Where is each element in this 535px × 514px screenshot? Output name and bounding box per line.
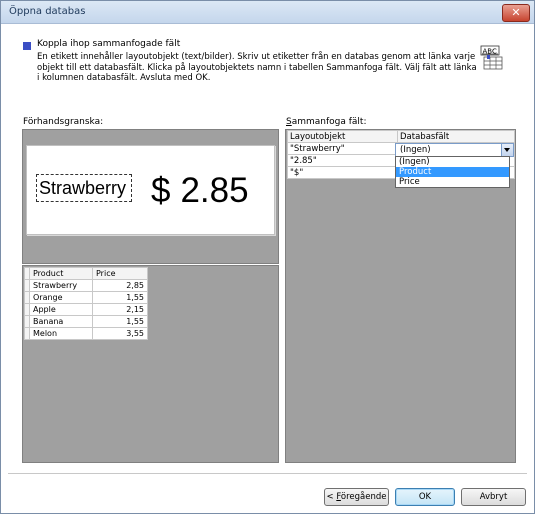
merge-label-rest: ammanfoga fält: [291,117,367,127]
preview-label: Förhandsgranska: [23,117,104,127]
cell-price: 3,55 [92,327,148,340]
dropdown-option-price[interactable]: Price [396,177,509,187]
open-database-dialog: Öppna databas ✕ Koppla ihop sammanfogade… [0,0,535,514]
column-header-database-field[interactable]: Databasfält [397,130,515,143]
layout-object-cell[interactable]: "2.85" [287,154,398,167]
title-bar: Öppna databas ✕ [1,1,534,24]
section-title: Koppla ihop sammanfogade fält [37,39,181,49]
table-row[interactable]: Melon 3,55 [24,327,148,340]
previous-button[interactable]: < Föregående [324,488,389,506]
preview-price-object[interactable]: $2.85 [151,172,249,210]
window-title: Öppna databas [9,6,86,17]
column-header-product[interactable]: Product [29,267,93,280]
database-panel: Product Price Strawberry 2,85 Orange 1,55 … [22,265,279,463]
table-row[interactable]: Orange 1,55 [24,291,148,304]
cell-product: Melon [29,327,93,340]
select-value: (Ingen) [400,145,431,155]
instructions-text: En etikett innehåller layoutobjekt (text… [37,52,477,83]
layout-object-cell[interactable]: "Strawberry" [287,142,398,155]
dropdown-option-none[interactable]: (Ingen) [396,157,509,167]
column-header-price[interactable]: Price [92,267,148,280]
prev-lt: < [326,492,337,502]
preview-price: 2.85 [180,171,249,210]
merge-fields-icon: ABC [480,45,503,70]
dropdown-option-product[interactable]: Product [396,167,509,177]
merge-fields-label: Sammanfoga fält: [286,117,367,127]
cell-product: Orange [29,291,93,304]
cell-price: 2,85 [92,279,148,292]
cell-price: 2,15 [92,303,148,316]
database-table: Product Price Strawberry 2,85 Orange 1,55 … [24,267,148,340]
cell-product: Apple [29,303,93,316]
cell-product: Strawberry [29,279,93,292]
label-preview-card: Strawberry $2.85 [26,145,275,235]
field-dropdown-list: (Ingen) Product Price [395,156,510,188]
table-row[interactable]: Banana 1,55 [24,315,148,328]
database-field-select[interactable]: (Ingen) [395,143,514,157]
footer-divider [8,473,527,474]
layout-object-cell[interactable]: "$" [287,166,398,179]
database-header-row: Product Price [24,267,148,280]
table-row[interactable]: Apple 2,15 [24,303,148,316]
merge-header-row: Layoutobjekt Databasfält [287,130,515,143]
cancel-button[interactable]: Avbryt [461,488,526,506]
cell-product: Banana [29,315,93,328]
chevron-down-icon[interactable] [501,144,513,156]
close-button[interactable]: ✕ [502,4,530,22]
cell-price: 1,55 [92,291,148,304]
prev-label-rest: öregående [340,492,387,502]
preview-panel: Strawberry $2.85 [22,129,279,264]
cell-price: 1,55 [92,315,148,328]
merge-fields-panel: Layoutobjekt Databasfält "Strawberry" "2… [285,129,516,463]
preview-text-object[interactable]: Strawberry [36,174,132,202]
column-header-layout-object[interactable]: Layoutobjekt [287,130,398,143]
section-square-icon [23,42,31,50]
ok-button[interactable]: OK [395,488,455,506]
preview-currency: $ [151,171,171,210]
table-row[interactable]: Strawberry 2,85 [24,279,148,292]
